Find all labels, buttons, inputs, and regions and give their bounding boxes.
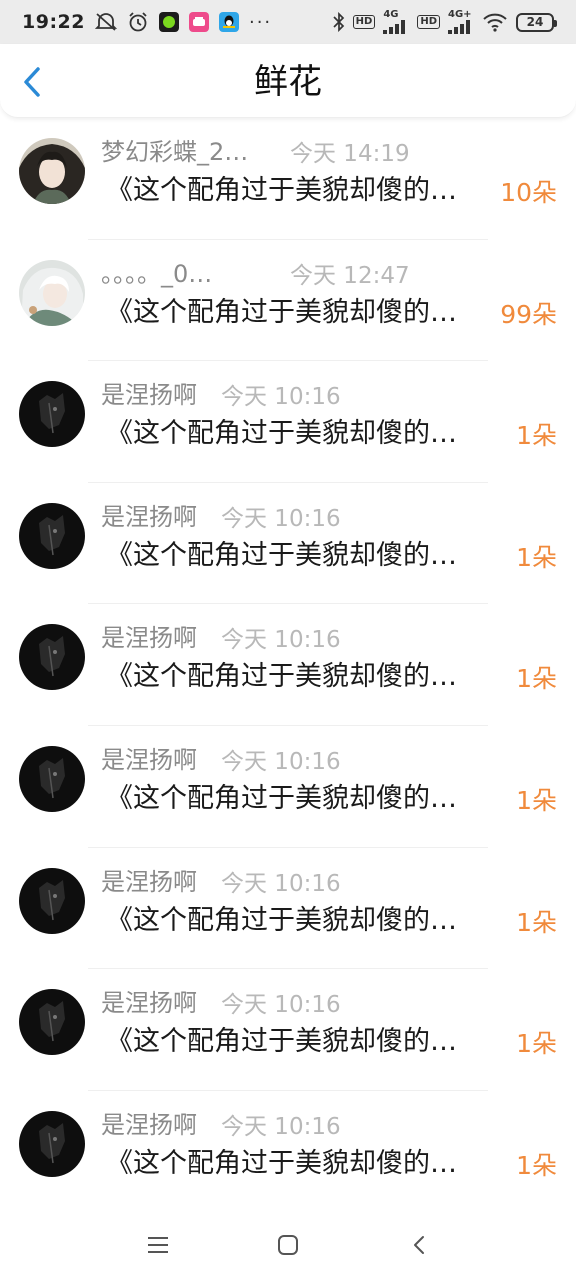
more-notifications: ··· [248,11,273,33]
flower-count: 1朵 [516,421,557,451]
alarm-icon [127,11,149,33]
sent-time: 今天 12:47 [290,262,410,289]
flower-count: 1朵 [516,785,557,815]
message-text: 《这个配角过于美貌却傻的… [106,539,457,571]
home-icon [278,1235,298,1255]
list-item[interactable]: 是涅扬啊 今天 10:16 《这个配角过于美貌却傻的… 1朵 [0,361,576,483]
flower-list: 梦幻彩蝶_2… 今天 14:19 《这个配角过于美貌却傻的… 10朵 。。。。_… [0,118,576,1213]
sender-name: 是涅扬啊 [101,1110,197,1139]
list-item[interactable]: 是涅扬啊 今天 10:16 《这个配角过于美貌却傻的… 1朵 [0,1091,576,1213]
avatar[interactable] [19,1110,85,1177]
mute-icon [94,12,117,32]
network-type-1: 4G [383,9,399,20]
wifi-icon [482,12,508,32]
avatar[interactable] [19,259,85,326]
avatar[interactable] [19,381,85,448]
flower-count: 99朵 [500,299,557,329]
sender-name: 。。。。_0… [101,259,213,288]
flower-count: 1朵 [516,542,557,572]
message-text: 《这个配角过于美貌却傻的… [106,175,457,206]
home-button[interactable] [273,1232,303,1258]
signal-icon-2: 4G+ [448,10,474,34]
flower-count: 1朵 [516,1029,557,1059]
status-right: HD 4G HD 4G+ 24 [333,10,557,34]
list-item[interactable]: 是涅扬啊 今天 10:16 《这个配角过于美貌却傻的… 1朵 [0,969,576,1091]
system-nav-bar [0,1208,576,1280]
message-text: 《这个配角过于美貌却傻的… [106,904,457,936]
qq-icon [218,12,239,32]
system-back-button[interactable] [404,1232,434,1258]
sent-time: 今天 10:16 [221,992,341,1019]
flower-count: 1朵 [516,664,557,694]
message-text: 《这个配角过于美貌却傻的… [106,1026,457,1058]
avatar[interactable] [19,138,85,204]
sent-time: 今天 10:16 [221,384,341,411]
status-left: 19:22 ··· [22,11,272,33]
message-text: 《这个配角过于美貌却傻的… [106,418,457,450]
sender-name: 是涅扬啊 [101,381,197,410]
app-green-icon [158,12,179,32]
bluetooth-icon [333,12,345,32]
hd-badge-2: HD [417,15,440,29]
list-item[interactable]: 梦幻彩蝶_2… 今天 14:19 《这个配角过于美貌却傻的… 10朵 [0,118,576,240]
flower-count: 1朵 [516,1150,557,1180]
sender-name: 是涅扬啊 [101,867,197,896]
list-item[interactable]: 是涅扬啊 今天 10:16 《这个配角过于美貌却傻的… 1朵 [0,483,576,605]
avatar[interactable] [19,502,85,569]
flower-count: 1朵 [516,907,557,937]
sent-time: 今天 10:16 [221,1113,341,1140]
back-icon [414,1236,424,1254]
page-title: 鲜花 [254,62,322,102]
message-text: 《这个配角过于美貌却傻的… [106,782,457,814]
message-text: 《这个配角过于美貌却傻的… [106,1147,457,1179]
avatar[interactable] [19,989,85,1056]
list-item[interactable]: 是涅扬啊 今天 10:16 《这个配角过于美貌却傻的… 1朵 [0,848,576,970]
menu-button[interactable] [143,1232,173,1258]
status-bar: 19:22 ··· HD 4G HD 4G+ 24 [0,0,576,44]
message-text: 《这个配角过于美貌却傻的… [106,296,457,328]
menu-icon [148,1237,168,1253]
sender-name: 是涅扬啊 [101,624,197,653]
list-item[interactable]: 。。。。_0… 今天 12:47 《这个配角过于美貌却傻的… 99朵 [0,240,576,362]
sent-time: 今天 14:19 [290,141,410,167]
sent-time: 今天 10:16 [221,870,341,897]
avatar[interactable] [19,624,85,691]
avatar[interactable] [19,745,85,812]
avatar[interactable] [19,867,85,934]
signal-icon-1: 4G [383,10,409,34]
battery-indicator: 24 [516,12,557,32]
list-item[interactable]: 是涅扬啊 今天 10:16 《这个配角过于美貌却傻的… 1朵 [0,726,576,848]
sender-name: 梦幻彩蝶_2… [101,138,249,166]
sender-name: 是涅扬啊 [101,502,197,531]
network-type-2: 4G+ [448,9,472,20]
header: 鲜花 [0,44,576,118]
sent-time: 今天 10:16 [221,627,341,654]
message-text: 《这个配角过于美貌却傻的… [106,661,457,693]
sent-time: 今天 10:16 [221,505,341,532]
sender-name: 是涅扬啊 [101,989,197,1018]
sender-name: 是涅扬啊 [101,745,197,774]
hd-badge-1: HD [352,15,376,29]
app-pink-icon [188,12,209,32]
sent-time: 今天 10:16 [221,748,341,775]
list-item[interactable]: 是涅扬啊 今天 10:16 《这个配角过于美貌却傻的… 1朵 [0,604,576,726]
flower-count: 10朵 [500,178,557,207]
status-time: 19:22 [22,11,85,33]
